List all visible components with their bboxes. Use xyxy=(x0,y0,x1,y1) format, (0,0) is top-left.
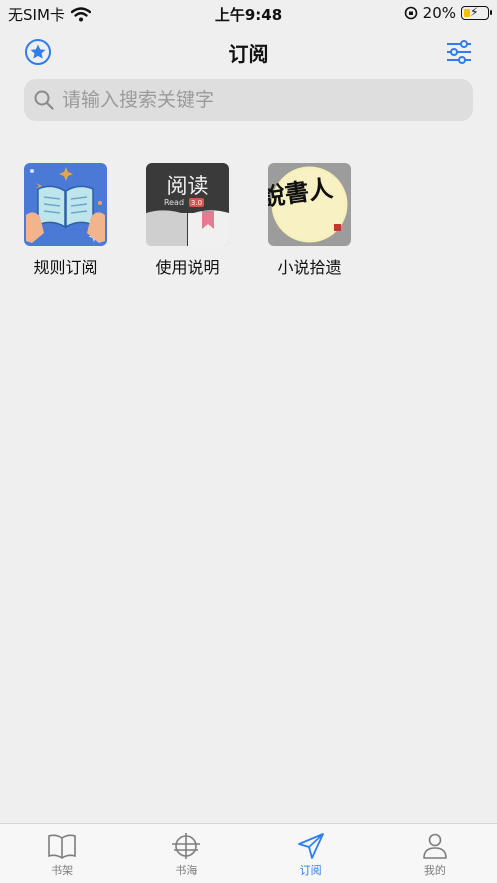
thumb-subtitle: Read xyxy=(164,198,184,207)
subscription-item-guide[interactable]: 阅读 Read 3.0 使用说明 xyxy=(146,163,229,278)
thumb-title: 阅读 xyxy=(167,174,209,198)
read-app-icon: 阅读 Read 3.0 xyxy=(146,163,229,246)
open-book-icon xyxy=(24,163,107,246)
subscription-item-novels[interactable]: 說書人 小说拾遗 xyxy=(268,163,351,278)
search-input[interactable] xyxy=(62,89,442,111)
person-icon xyxy=(423,833,447,859)
tab-subscribe[interactable]: 订阅 xyxy=(249,824,373,883)
tab-mine[interactable]: 我的 xyxy=(373,824,497,883)
send-icon xyxy=(297,833,324,859)
nav-bar: 订阅 xyxy=(0,28,497,74)
bookshelf-icon xyxy=(48,834,76,859)
tab-bookshelf[interactable]: 书架 xyxy=(0,824,124,883)
status-bar: 无SIM卡 上午9:48 20% ⚡ xyxy=(0,0,497,28)
calligraphy-icon: 說書人 xyxy=(268,163,351,246)
filter-settings-icon[interactable] xyxy=(445,38,473,66)
subscription-label: 使用说明 xyxy=(155,258,220,277)
tab-label: 书架 xyxy=(51,864,74,877)
search-icon xyxy=(34,90,54,110)
tab-label: 我的 xyxy=(423,864,446,877)
page-title: 订阅 xyxy=(228,42,269,66)
subscription-grid: 规则订阅 阅读 Read 3.0 使用说明 說書人 小说拾遗 xyxy=(24,163,351,278)
tab-bar: 书架 书海 订阅 我的 xyxy=(0,823,497,883)
subscription-label: 规则订阅 xyxy=(33,258,98,277)
search-bar[interactable] xyxy=(24,79,473,121)
battery-icon: ⚡ xyxy=(461,5,492,20)
subscription-item-rules[interactable]: 规则订阅 xyxy=(24,163,107,278)
thumb-badge: 3.0 xyxy=(191,199,202,207)
tab-label: 书海 xyxy=(175,864,198,877)
battery-percent: 20% xyxy=(422,4,456,22)
globe-icon xyxy=(172,833,201,859)
tab-discover[interactable]: 书海 xyxy=(124,824,248,883)
orientation-lock-icon xyxy=(404,6,417,20)
tab-label: 订阅 xyxy=(299,864,322,877)
subscription-label: 小说拾遗 xyxy=(277,258,342,277)
